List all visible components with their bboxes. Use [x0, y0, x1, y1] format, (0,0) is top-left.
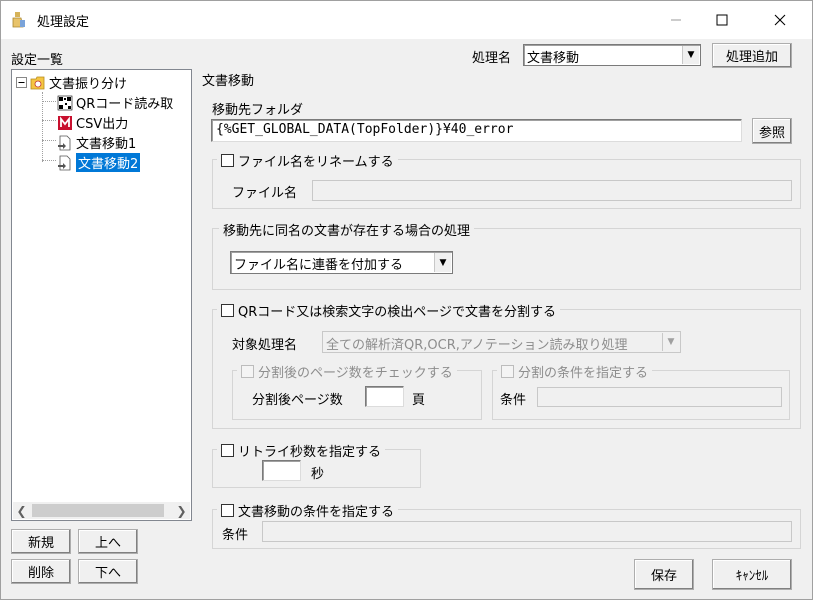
page-unit-label: 頁 — [412, 393, 426, 408]
qr-code-icon — [57, 95, 73, 110]
tree-item-label: QRコード読み取 — [76, 97, 174, 112]
split-cond-check-label: 分割の条件を指定する — [518, 366, 649, 381]
minimize-icon — [671, 19, 681, 21]
checkbox-box[interactable] — [221, 154, 234, 167]
tree-root-label: 文書振り分け — [49, 77, 128, 92]
move-down-button[interactable]: 下へ — [78, 559, 138, 584]
split-cond-checkbox[interactable]: 分割の条件を指定する — [497, 362, 653, 381]
tree-connector — [42, 160, 56, 161]
dest-folder-label: 移動先フォルダ — [212, 103, 304, 118]
settings-tree[interactable]: 文書振り分け QRコード読み取 CSV出力 文書移動1 文書移動2 ❮ ❯ — [11, 69, 192, 521]
tree-item-label: CSV出力 — [76, 117, 129, 132]
scroll-left-icon[interactable]: ❮ — [13, 502, 30, 519]
page-check-label: 分割後のページ数をチェックする — [258, 366, 453, 381]
chevron-down-icon: ▼ — [434, 253, 451, 272]
maximize-icon — [716, 14, 728, 26]
title-bar: 処理設定 — [1, 1, 812, 39]
close-icon — [774, 14, 786, 26]
move-cond-input[interactable] — [262, 521, 792, 542]
scroll-right-icon[interactable]: ❯ — [173, 502, 190, 519]
target-process-value: 全ての解析済QR,OCR,アノテーション読み取り処理 — [326, 338, 628, 353]
save-button[interactable]: 保存 — [634, 559, 694, 590]
split-checkbox[interactable]: QRコード又は検索文字の検出ページで文書を分割する — [217, 301, 561, 320]
collapse-icon[interactable] — [16, 77, 27, 88]
browse-button[interactable]: 参照 — [752, 118, 792, 144]
split-checkbox-label: QRコード又は検索文字の検出ページで文書を分割する — [238, 305, 557, 320]
tree-connector — [42, 92, 43, 162]
document-move-icon — [58, 135, 71, 150]
csv-icon — [58, 115, 72, 130]
duplicate-action-value: ファイル名に連番を付加する — [234, 258, 404, 273]
tree-connector — [42, 101, 56, 102]
app-icon — [12, 12, 25, 28]
move-cond-checkbox[interactable]: 文書移動の条件を指定する — [217, 501, 399, 520]
dialog-window: 処理設定 設定一覧 文書振り分け QRコード読み取 CSV出力 文書移動1 文書… — [0, 0, 813, 600]
delete-button[interactable]: 削除 — [11, 559, 71, 584]
tree-horizontal-scrollbar[interactable]: ❮ ❯ — [13, 502, 190, 519]
tree-item-label-selected: 文書移動2 — [76, 153, 141, 172]
chevron-down-icon: ▼ — [682, 46, 699, 64]
target-process-label: 対象処理名 — [232, 338, 298, 353]
maximize-button[interactable] — [699, 1, 745, 39]
checkbox-box[interactable] — [221, 504, 234, 517]
minimize-button[interactable] — [653, 1, 699, 39]
checkbox-box[interactable] — [221, 304, 234, 317]
tree-connector — [42, 120, 56, 121]
settings-list-label: 設定一覧 — [11, 53, 64, 68]
tree-item-csv[interactable]: CSV出力 — [57, 113, 128, 132]
checkbox-box[interactable] — [221, 444, 234, 457]
document-move-icon — [58, 155, 71, 170]
cancel-button[interactable]: ｷｬﾝｾﾙ — [712, 559, 792, 590]
page-count-input[interactable] — [365, 386, 404, 407]
duplicate-group-caption: 移動先に同名の文書が存在する場合の処理 — [219, 220, 475, 239]
filename-input[interactable] — [312, 180, 792, 201]
target-process-select[interactable]: 全ての解析済QR,OCR,アノテーション読み取り処理 ▼ — [322, 331, 681, 353]
folder-icon — [30, 76, 45, 89]
duplicate-action-select[interactable]: ファイル名に連番を付加する ▼ — [230, 251, 453, 274]
filename-label: ファイル名 — [232, 186, 298, 201]
add-process-button[interactable]: 処理追加 — [712, 43, 792, 68]
tree-item-move2[interactable]: 文書移動2 — [57, 153, 141, 172]
tree-connector — [42, 140, 56, 141]
retry-seconds-input[interactable] — [262, 460, 301, 481]
checkbox-box[interactable] — [241, 365, 254, 378]
duplicate-group-label: 移動先に同名の文書が存在する場合の処理 — [223, 224, 471, 239]
retry-checkbox[interactable]: リトライ秒数を指定する — [217, 441, 386, 460]
retry-checkbox-label: リトライ秒数を指定する — [238, 445, 382, 460]
process-name-value: 文書移動 — [527, 51, 580, 66]
tree-item-label: 文書移動1 — [76, 137, 137, 152]
split-cond-input[interactable] — [537, 387, 782, 407]
move-up-button[interactable]: 上へ — [78, 529, 138, 554]
move-cond-checkbox-label: 文書移動の条件を指定する — [238, 505, 395, 520]
new-button[interactable]: 新規 — [11, 529, 71, 554]
section-title: 文書移動 — [202, 74, 255, 89]
split-cond-label: 条件 — [500, 393, 527, 408]
window-title: 処理設定 — [37, 15, 90, 30]
process-name-select[interactable]: 文書移動 ▼ — [523, 44, 701, 66]
page-check-checkbox[interactable]: 分割後のページ数をチェックする — [237, 362, 457, 381]
checkbox-box[interactable] — [501, 365, 514, 378]
rename-checkbox-label: ファイル名をリネームする — [238, 155, 394, 170]
page-count-label: 分割後ページ数 — [252, 393, 343, 408]
move-cond-label: 条件 — [222, 528, 249, 543]
tree-item-move1[interactable]: 文書移動1 — [57, 133, 136, 152]
process-name-label: 処理名 — [472, 51, 512, 66]
seconds-unit-label: 秒 — [311, 467, 325, 482]
chevron-down-icon: ▼ — [662, 333, 679, 351]
close-button[interactable] — [757, 1, 803, 39]
tree-root[interactable]: 文書振り分け — [16, 73, 127, 92]
dest-folder-input[interactable]: {%GET_GLOBAL_DATA(TopFolder)}¥40_error — [211, 119, 742, 142]
rename-checkbox[interactable]: ファイル名をリネームする — [217, 151, 398, 170]
tree-item-qr[interactable]: QRコード読み取 — [57, 93, 173, 112]
scroll-thumb[interactable] — [32, 504, 164, 517]
